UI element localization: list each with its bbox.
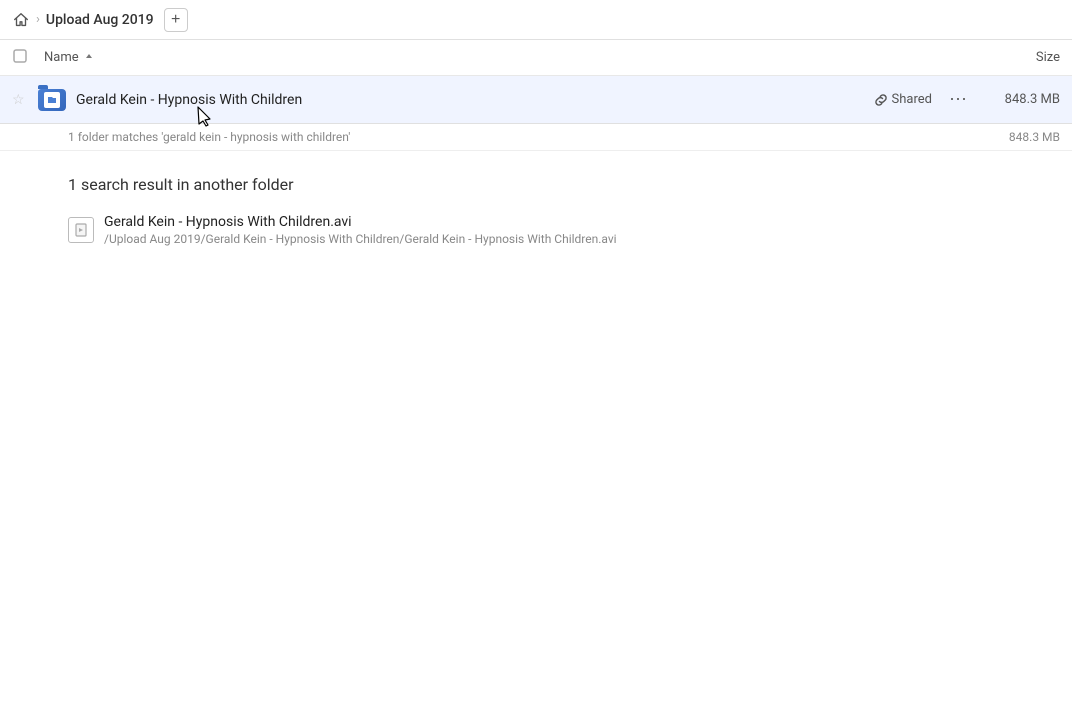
name-column-header[interactable]: Name bbox=[44, 50, 960, 65]
breadcrumb-bar: › Upload Aug 2019 + bbox=[0, 0, 1072, 40]
column-header-row: Name Size bbox=[0, 40, 1072, 76]
result-filename: Gerald Kein - Hypnosis With Children.avi bbox=[104, 214, 617, 230]
breadcrumb-separator: › bbox=[36, 12, 40, 27]
result-info: Gerald Kein - Hypnosis With Children.avi… bbox=[104, 214, 617, 246]
folder-icon-shape bbox=[38, 89, 66, 111]
section-header: 1 search result in another folder bbox=[0, 151, 1072, 206]
folder-result-row[interactable]: ☆ Gerald Kein - Hypnosis With Children S… bbox=[0, 76, 1072, 124]
breadcrumb-title: Upload Aug 2019 bbox=[46, 12, 154, 28]
file-icon bbox=[68, 217, 94, 243]
folder-name: Gerald Kein - Hypnosis With Children bbox=[68, 92, 874, 108]
folder-icon bbox=[36, 89, 68, 111]
folder-size: 848.3 MB bbox=[980, 92, 1060, 107]
select-all-checkbox[interactable] bbox=[12, 48, 44, 68]
add-button[interactable]: + bbox=[164, 8, 188, 32]
link-icon bbox=[874, 93, 888, 107]
folder-badge bbox=[44, 92, 60, 108]
match-hint: 1 folder matches 'gerald kein - hypnosis… bbox=[0, 124, 1072, 151]
home-button[interactable] bbox=[12, 11, 30, 29]
star-button[interactable]: ☆ bbox=[12, 92, 36, 108]
size-column-header: Size bbox=[960, 50, 1060, 65]
shared-status: Shared bbox=[874, 92, 932, 107]
video-file-icon bbox=[74, 223, 88, 237]
result-path: /Upload Aug 2019/Gerald Kein - Hypnosis … bbox=[104, 232, 617, 246]
search-result-row[interactable]: Gerald Kein - Hypnosis With Children.avi… bbox=[0, 206, 1072, 254]
more-options-button[interactable]: ⋯ bbox=[944, 86, 972, 114]
